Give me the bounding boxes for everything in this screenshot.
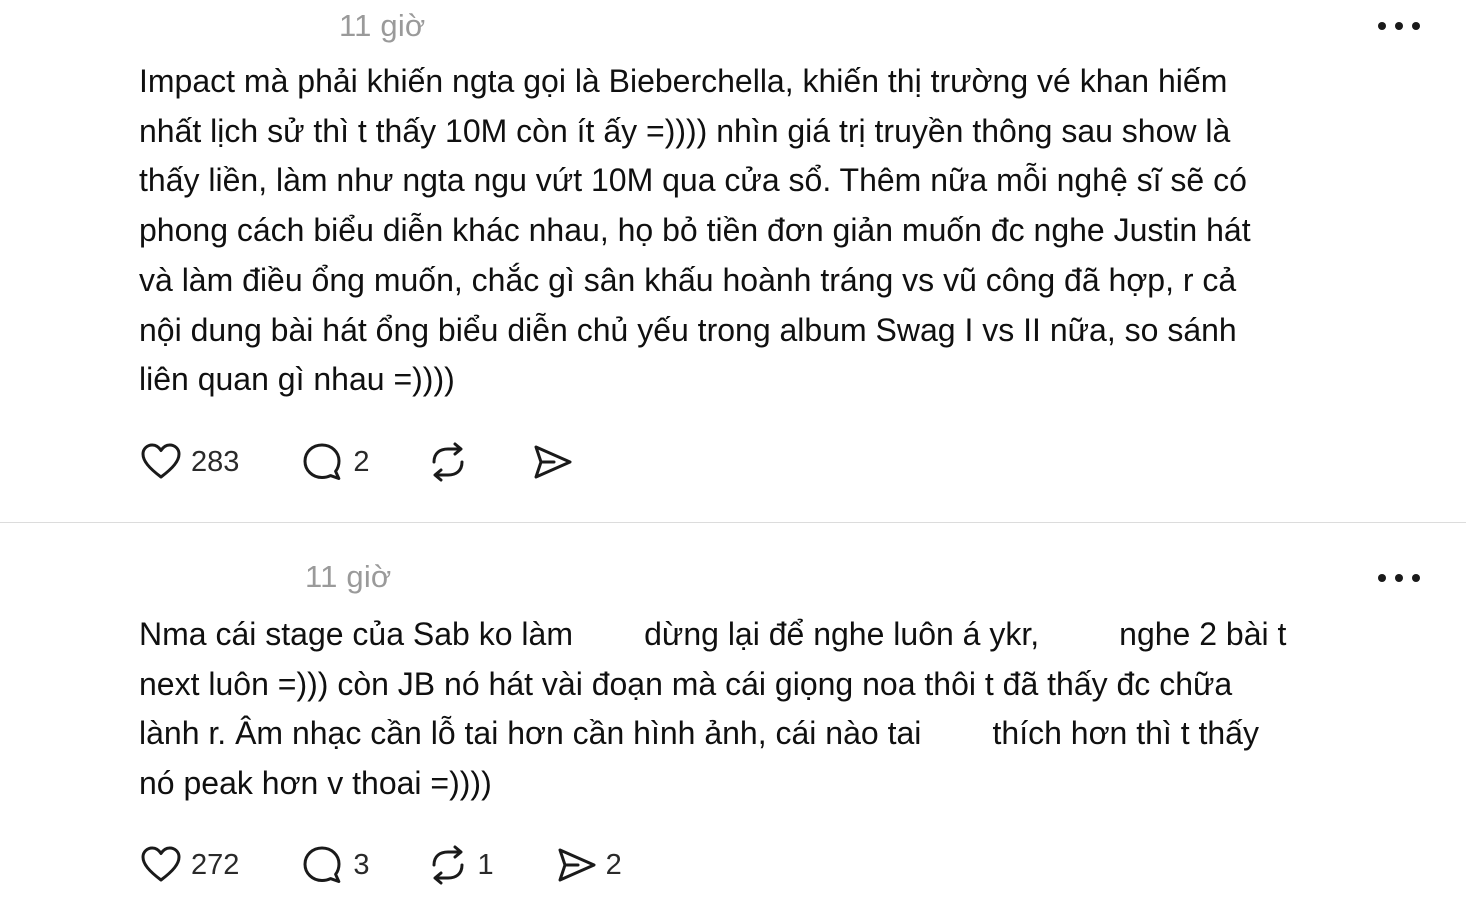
like-button[interactable]: 272	[139, 843, 239, 887]
post-text-line: next luôn =))) còn JB nó hát vài đoạn mà…	[139, 665, 1233, 702]
more-icon-dot	[1412, 574, 1420, 582]
post-text-line: Impact mà phải khiến ngta gọi là Bieberc…	[139, 63, 1228, 99]
share-icon	[554, 843, 598, 887]
repost-icon	[426, 440, 470, 484]
more-options-button[interactable]	[1378, 571, 1420, 585]
post-actions: 283 2	[139, 440, 574, 484]
post-text-line: Nma cái stage của Sab ko làm dừng lại để…	[139, 616, 1287, 652]
heart-icon	[139, 843, 183, 887]
comment-icon	[301, 843, 345, 887]
share-count: 2	[605, 848, 622, 881]
post-text: Impact mà phải khiến ngta gọi là Bieberc…	[139, 57, 1429, 405]
post-text-line: lành r. Âm nhạc cần lỗ tai hơn cần hình …	[139, 715, 1259, 752]
repost-button[interactable]	[426, 440, 470, 484]
more-icon-dot	[1378, 22, 1386, 30]
post-text-line: nội dung bài hát ổng biểu diễn chủ yếu t…	[139, 311, 1237, 348]
like-button[interactable]: 283	[139, 440, 239, 484]
more-icon-dot	[1412, 22, 1420, 30]
share-button[interactable]	[530, 440, 574, 484]
share-icon	[530, 440, 574, 484]
like-count: 272	[191, 848, 240, 881]
post-text-line: phong cách biểu diễn khác nhau, họ bỏ ti…	[139, 212, 1251, 249]
reply-button[interactable]: 3	[301, 843, 370, 887]
post-timestamp: 11 giờ	[339, 8, 426, 43]
reply-button[interactable]: 2	[301, 440, 370, 484]
like-count: 283	[191, 445, 240, 478]
more-icon-dot	[1378, 574, 1386, 582]
post-text-line: liên quan gì nhau =))))	[139, 361, 455, 398]
repost-button[interactable]: 1	[426, 843, 494, 887]
more-options-button[interactable]	[1378, 19, 1420, 33]
reply-count: 2	[353, 445, 370, 478]
reply-count: 3	[353, 848, 370, 881]
post-timestamp: 11 giờ	[305, 559, 392, 594]
post-actions: 272 3 1 2	[139, 843, 622, 887]
post-text-line: và làm điều ổng muốn, chắc gì sân khấu h…	[139, 261, 1237, 298]
repost-icon	[426, 843, 470, 887]
more-icon-dot	[1395, 574, 1403, 582]
post-text: Nma cái stage của Sab ko làm dừng lại để…	[139, 610, 1429, 809]
comment-icon	[301, 440, 345, 484]
post-text-line: nhất lịch sử thì t thấy 10M còn ít ấy =)…	[139, 112, 1231, 149]
share-button[interactable]: 2	[554, 843, 622, 887]
post-text-line: nó peak hơn v thoai =))))	[139, 765, 492, 802]
post-text-line: thấy liền, làm như ngta ngu vứt 10M qua …	[139, 162, 1247, 199]
post-1: 11 giờ Impact mà phải khiến ngta gọi là …	[0, 0, 1466, 522]
post-2: 11 giờ Nma cái stage của Sab ko làm dừng…	[0, 523, 1466, 914]
repost-count: 1	[477, 848, 494, 881]
more-icon-dot	[1395, 22, 1403, 30]
heart-icon	[139, 440, 183, 484]
